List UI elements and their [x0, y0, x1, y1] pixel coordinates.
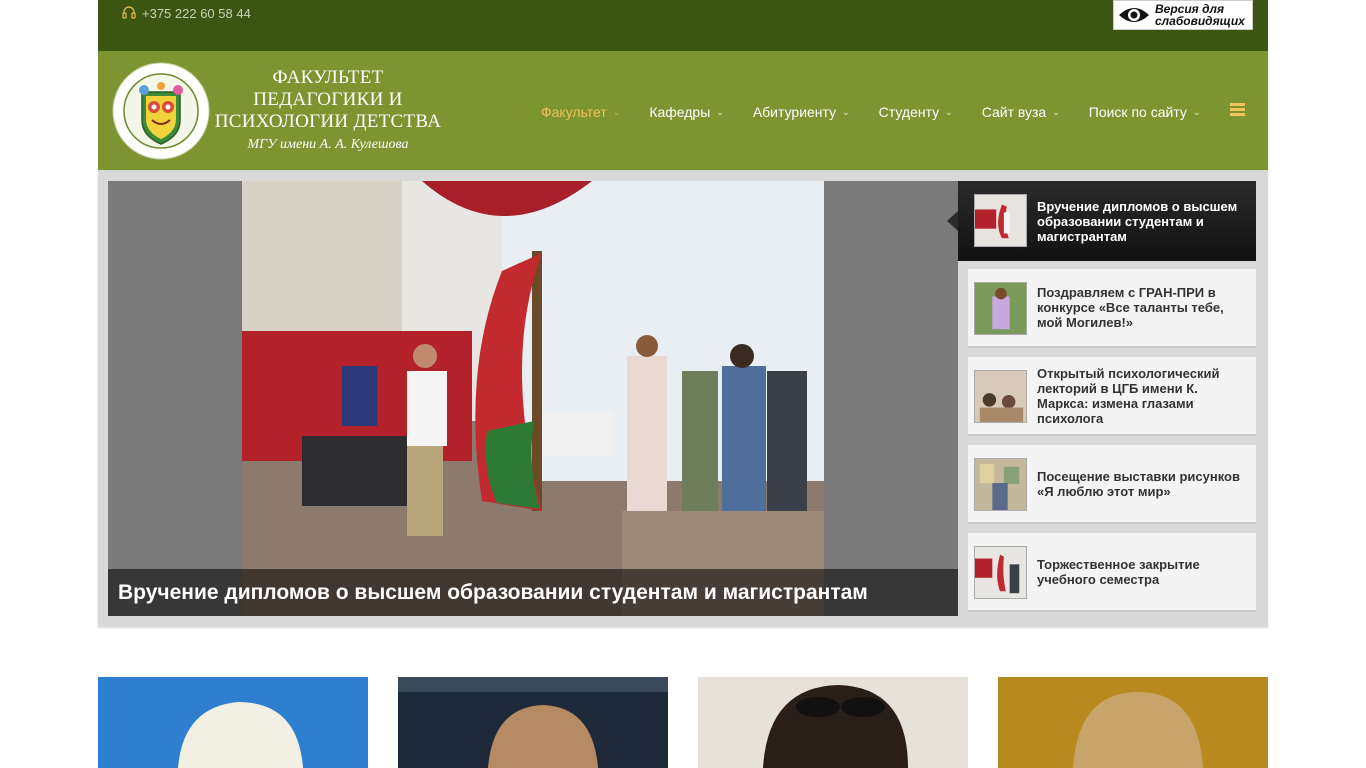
chevron-down-icon: ⌄ — [945, 106, 953, 117]
news-item[interactable]: Вручение дипломов о высшем образовании с… — [947, 181, 1256, 261]
news-thumbnail — [974, 194, 1027, 247]
low-vision-version-button[interactable]: Версия для слабовидящих — [1113, 0, 1253, 30]
vision-label-line2: слабовидящих — [1155, 14, 1245, 28]
chevron-down-icon: ⌄ — [1052, 106, 1060, 117]
chevron-down-icon: ⌄ — [612, 106, 621, 117]
featured-caption[interactable]: Вручение дипломов о высшем образовании с… — [108, 569, 958, 616]
news-title: Поздравляем с ГРАН-ПРИ в конкурсе «Все т… — [1037, 285, 1224, 330]
phone-number: +375 222 60 58 44 — [142, 5, 251, 21]
news-item[interactable]: Торжественное закрытие учебного семестра — [968, 533, 1256, 612]
nav-item-students[interactable]: Студенту ⌄ — [879, 104, 953, 120]
news-thumbnail — [974, 458, 1027, 511]
phone-contact[interactable]: +375 222 60 58 44 — [122, 5, 251, 21]
news-title: Торжественное закрытие учебного семестра — [1037, 556, 1200, 587]
eye-icon — [1119, 8, 1149, 22]
featured-slide[interactable]: Вручение дипломов о высшем образовании с… — [108, 181, 958, 616]
nav-item-university-site[interactable]: Сайт вуза ⌄ — [982, 104, 1060, 120]
nav-item-label: Кафедры — [649, 104, 711, 120]
main-navigation: Факультет ⌄ Кафедры ⌄ Абитуриенту ⌄ Студ… — [541, 102, 1229, 122]
staff-portrait[interactable] — [698, 677, 968, 768]
staff-portrait[interactable] — [98, 677, 368, 768]
top-bar: +375 222 60 58 44 Версия для слабовидящи… — [98, 0, 1268, 51]
active-pointer-icon — [947, 211, 958, 231]
nav-item-label: Факультет — [541, 104, 607, 120]
news-item[interactable]: Поздравляем с ГРАН-ПРИ в конкурсе «Все т… — [968, 269, 1256, 348]
news-title: Посещение выставки рисунков «Я люблю это… — [1037, 468, 1240, 499]
nav-item-faculty[interactable]: Факультет ⌄ — [541, 104, 620, 120]
news-thumbnail — [974, 282, 1027, 335]
logo-line-4: МГУ имени А. А. Кулешова — [247, 137, 409, 152]
news-title: Открытый психологический лекторий в ЦГБ … — [1037, 365, 1220, 426]
featured-photo — [242, 181, 824, 616]
faculty-logo-emblem[interactable] — [112, 62, 210, 160]
news-title: Вручение дипломов о высшем образовании с… — [1037, 198, 1238, 244]
chevron-down-icon: ⌄ — [716, 106, 724, 117]
news-slider: Вручение дипломов о высшем образовании с… — [98, 170, 1268, 627]
staff-portrait[interactable] — [998, 677, 1268, 768]
news-thumbnail — [974, 370, 1027, 423]
nav-item-applicants[interactable]: Абитуриенту ⌄ — [753, 104, 850, 120]
headset-icon — [122, 6, 136, 19]
nav-item-label: Студенту — [878, 104, 940, 120]
nav-item-label: Сайт вуза — [981, 104, 1047, 120]
nav-item-site-search[interactable]: Поиск по сайту ⌄ — [1089, 104, 1201, 120]
nav-item-label: Поиск по сайту — [1088, 104, 1187, 120]
news-item[interactable]: Посещение выставки рисунков «Я люблю это… — [968, 445, 1256, 524]
logo-line-2: ПЕДАГОГИКИ И — [253, 89, 403, 110]
hamburger-menu-icon[interactable] — [1230, 103, 1245, 117]
news-thumbnail — [974, 546, 1027, 599]
nav-item-label: Абитуриенту — [752, 104, 837, 120]
logo-line-3: ПСИХОЛОГИИ ДЕТСТВА — [214, 111, 442, 132]
chevron-down-icon: ⌄ — [842, 106, 850, 117]
staff-portrait[interactable] — [398, 677, 668, 768]
faculty-logo-text[interactable]: ФАКУЛЬТЕТ ПЕДАГОГИКИ И ПСИХОЛОГИИ ДЕТСТВ… — [208, 67, 448, 155]
news-item[interactable]: Открытый психологический лекторий в ЦГБ … — [968, 357, 1256, 436]
nav-item-departments[interactable]: Кафедры ⌄ — [649, 104, 724, 120]
site-header: ФАКУЛЬТЕТ ПЕДАГОГИКИ И ПСИХОЛОГИИ ДЕТСТВ… — [98, 51, 1268, 170]
logo-line-1: ФАКУЛЬТЕТ — [272, 67, 384, 88]
chevron-down-icon: ⌄ — [1192, 106, 1201, 117]
